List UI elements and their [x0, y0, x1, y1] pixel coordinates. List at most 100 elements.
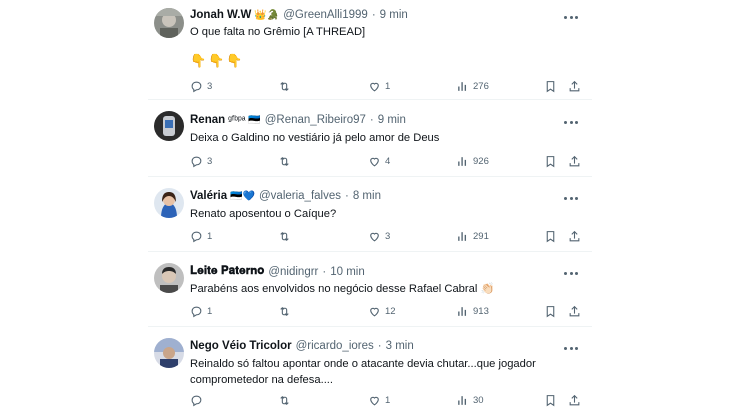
tweet[interactable]: Jonah W.W 👑🐊 @GreenAlli1999 · 9 min O qu…: [148, 0, 592, 100]
views-icon: [458, 232, 467, 241]
like-button[interactable]: 4: [368, 155, 390, 168]
tweet-header: Jonah W.W 👑🐊 @GreenAlli1999 · 9 min: [190, 9, 408, 21]
like-button[interactable]: 12: [368, 305, 396, 318]
views-icon: [458, 157, 467, 166]
avatar[interactable]: [154, 263, 184, 293]
tweet-actions: 1 12 913: [190, 305, 584, 321]
bookmark-icon: [546, 306, 555, 318]
tweet[interactable]: 𝐋𝐞𝐢𝐭𝐞 𝐏𝐚𝐭𝐞𝐫𝐧𝐨 @nidingrr · 10 min Parabén…: [148, 253, 592, 327]
tweet-header: Renan ᵍᶠᵇᵖᵃ 🇪🇪 @Renan_Ribeiro97 · 9 min: [190, 114, 406, 126]
tweet-text: Deixa o Galdino no vestiário já pelo amo…: [190, 132, 440, 144]
share-icon: [569, 394, 580, 406]
timestamp[interactable]: 3 min: [386, 340, 414, 352]
display-name[interactable]: Renan: [190, 114, 225, 126]
bookmark-icon: [546, 156, 555, 168]
tweet-header: Valéria 🇪🇪💙 @valeria_falves · 8 min: [190, 190, 381, 202]
avatar[interactable]: [154, 8, 184, 38]
views-button[interactable]: 291: [456, 230, 489, 243]
like-button[interactable]: 3: [368, 230, 390, 243]
reply-button[interactable]: 3: [190, 155, 212, 168]
name-badges: ᵍᶠᵇᵖᵃ 🇪🇪: [228, 114, 261, 126]
share-icon: [569, 80, 580, 92]
retweet-icon: [280, 156, 289, 167]
reply-icon: [191, 81, 202, 93]
tweet-header: 𝐋𝐞𝐢𝐭𝐞 𝐏𝐚𝐭𝐞𝐫𝐧𝐨 @nidingrr · 10 min: [190, 265, 365, 278]
views-count: 291: [473, 231, 489, 242]
user-handle[interactable]: @Renan_Ribeiro97: [265, 114, 366, 126]
bookmark-button[interactable]: [544, 230, 557, 243]
share-button[interactable]: [568, 305, 581, 318]
views-button[interactable]: 926: [456, 155, 489, 168]
retweet-button[interactable]: [278, 305, 295, 318]
heart-icon: [370, 157, 379, 167]
bookmark-button[interactable]: [544, 394, 557, 407]
like-button[interactable]: 1: [368, 80, 390, 93]
retweet-button[interactable]: [278, 230, 295, 243]
timestamp[interactable]: 8 min: [353, 190, 381, 202]
tweet-text: Reinaldo só faltou apontar onde o atacan…: [190, 358, 536, 386]
retweet-button[interactable]: [278, 80, 295, 93]
display-name[interactable]: Nego Véio Tricolor: [190, 340, 292, 352]
avatar[interactable]: [154, 188, 184, 218]
user-handle[interactable]: @valeria_falves: [259, 190, 341, 202]
tweet[interactable]: Renan ᵍᶠᵇᵖᵃ 🇪🇪 @Renan_Ribeiro97 · 9 min …: [148, 101, 592, 177]
display-name[interactable]: Valéria: [190, 190, 227, 202]
user-handle[interactable]: @ricardo_iores: [296, 340, 374, 352]
timestamp[interactable]: 9 min: [378, 114, 406, 126]
heart-icon: [370, 307, 379, 317]
more-icon[interactable]: [564, 267, 578, 279]
name-badges: 👑🐊: [254, 9, 280, 21]
tweet-feed: Jonah W.W 👑🐊 @GreenAlli1999 · 9 min O qu…: [148, 0, 592, 416]
like-button[interactable]: 1: [368, 394, 390, 407]
tweet-text-emoji: 👇👇👇: [190, 53, 245, 68]
reply-button[interactable]: 1: [190, 305, 212, 318]
views-button[interactable]: 276: [456, 80, 489, 93]
separator-dot: ·: [322, 265, 327, 278]
tweet-actions: 1 30: [190, 394, 584, 410]
reply-count: 3: [207, 156, 213, 167]
more-icon[interactable]: [564, 342, 578, 354]
tweet[interactable]: Valéria 🇪🇪💙 @valeria_falves · 8 min Rena…: [148, 178, 592, 252]
share-button[interactable]: [568, 155, 581, 168]
views-button[interactable]: 30: [456, 394, 484, 407]
reply-button[interactable]: 1: [190, 230, 212, 243]
more-icon[interactable]: [564, 11, 578, 23]
reply-icon: [191, 306, 202, 318]
like-count: 3: [385, 231, 391, 242]
like-count: 4: [385, 156, 391, 167]
heart-icon: [370, 396, 379, 406]
tweet-text: O que falta no Grêmio [A THREAD]: [190, 26, 366, 38]
like-count: 12: [385, 306, 396, 317]
user-handle[interactable]: @nidingrr: [268, 266, 318, 278]
retweet-button[interactable]: [278, 155, 295, 168]
reply-button[interactable]: [190, 394, 207, 407]
share-button[interactable]: [568, 394, 581, 407]
views-button[interactable]: 913: [456, 305, 489, 318]
views-count: 913: [473, 306, 489, 317]
bookmark-icon: [546, 81, 555, 93]
share-button[interactable]: [568, 230, 581, 243]
reply-icon: [191, 395, 202, 407]
more-icon[interactable]: [564, 116, 578, 128]
timestamp[interactable]: 9 min: [380, 9, 408, 21]
avatar[interactable]: [154, 338, 184, 368]
tweet[interactable]: Nego Véio Tricolor @ricardo_iores · 3 mi…: [148, 328, 592, 416]
avatar[interactable]: [154, 111, 184, 141]
user-handle[interactable]: @GreenAlli1999: [283, 9, 368, 21]
heart-icon: [370, 82, 379, 92]
tweet-text: Renato aposentou o Caíque?: [190, 208, 337, 220]
reply-icon: [191, 231, 202, 243]
reply-button[interactable]: 3: [190, 80, 212, 93]
like-count: 1: [385, 81, 391, 92]
timestamp[interactable]: 10 min: [330, 266, 365, 278]
display-name[interactable]: 𝐋𝐞𝐢𝐭𝐞 𝐏𝐚𝐭𝐞𝐫𝐧𝐨: [190, 265, 264, 278]
bookmark-button[interactable]: [544, 155, 557, 168]
display-name[interactable]: Jonah W.W: [190, 9, 251, 21]
bookmark-button[interactable]: [544, 305, 557, 318]
more-icon[interactable]: [564, 192, 578, 204]
share-button[interactable]: [568, 80, 581, 93]
retweet-button[interactable]: [278, 394, 295, 407]
like-count: 1: [385, 395, 391, 406]
retweet-icon: [280, 395, 289, 406]
bookmark-button[interactable]: [544, 80, 557, 93]
